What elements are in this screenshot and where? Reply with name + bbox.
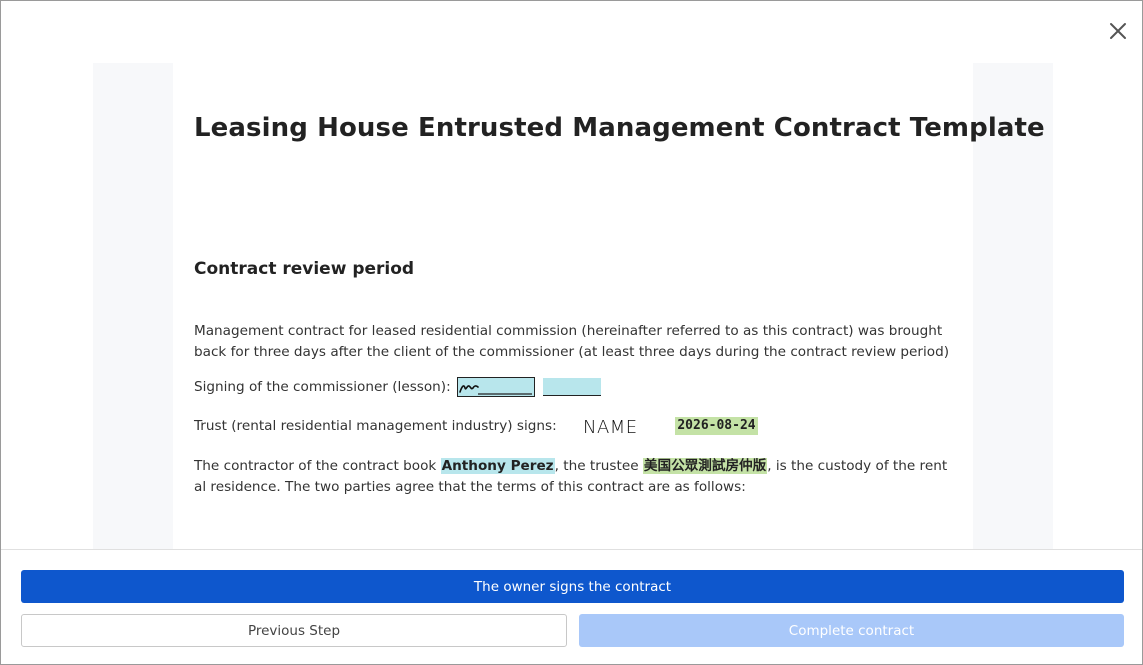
handwritten-signature-icon (459, 385, 532, 395)
previous-step-button[interactable]: Previous Step (21, 614, 567, 647)
complete-contract-button[interactable]: Complete contract (579, 614, 1124, 647)
trust-signing-row: Trust (rental residential management ind… (194, 415, 952, 438)
commissioner-date-field[interactable] (543, 378, 602, 396)
section-title: Contract review period (194, 259, 415, 279)
modal-footer: The owner signs the contract Previous St… (1, 549, 1142, 664)
commissioner-signing-row: Signing of the commissioner (lesson): (194, 377, 952, 398)
page-gutter-left (93, 63, 173, 549)
contractor-name: Anthony Perez (440, 458, 555, 474)
owner-sign-button[interactable]: The owner signs the contract (21, 570, 1124, 603)
svg-text:NAME: NAME (583, 417, 638, 437)
trust-name-signature[interactable]: NAME (581, 415, 651, 438)
name-signature-icon: NAME (583, 417, 638, 438)
parties-prefix: The contractor of the contract book (194, 458, 441, 474)
commissioner-signature-field[interactable] (457, 377, 535, 397)
trust-signing-label: Trust (rental residential management ind… (194, 418, 557, 434)
review-period-paragraph: Management contract for leased residenti… (194, 323, 949, 360)
contract-modal: Leasing House Entrusted Management Contr… (0, 0, 1143, 665)
document-scroll-area[interactable]: Leasing House Entrusted Management Contr… (1, 1, 1142, 549)
parties-middle: , the trustee (554, 458, 643, 474)
commissioner-signing-label: Signing of the commissioner (lesson): (194, 379, 451, 395)
trustee-name: 美国公眾測試房仲版 (642, 458, 768, 474)
trust-sign-date: 2026-08-24 (675, 417, 758, 435)
document-title: Leasing House Entrusted Management Contr… (194, 113, 1045, 143)
contract-page: Leasing House Entrusted Management Contr… (173, 63, 1045, 549)
parties-paragraph: The contractor of the contract book Anth… (194, 456, 952, 498)
